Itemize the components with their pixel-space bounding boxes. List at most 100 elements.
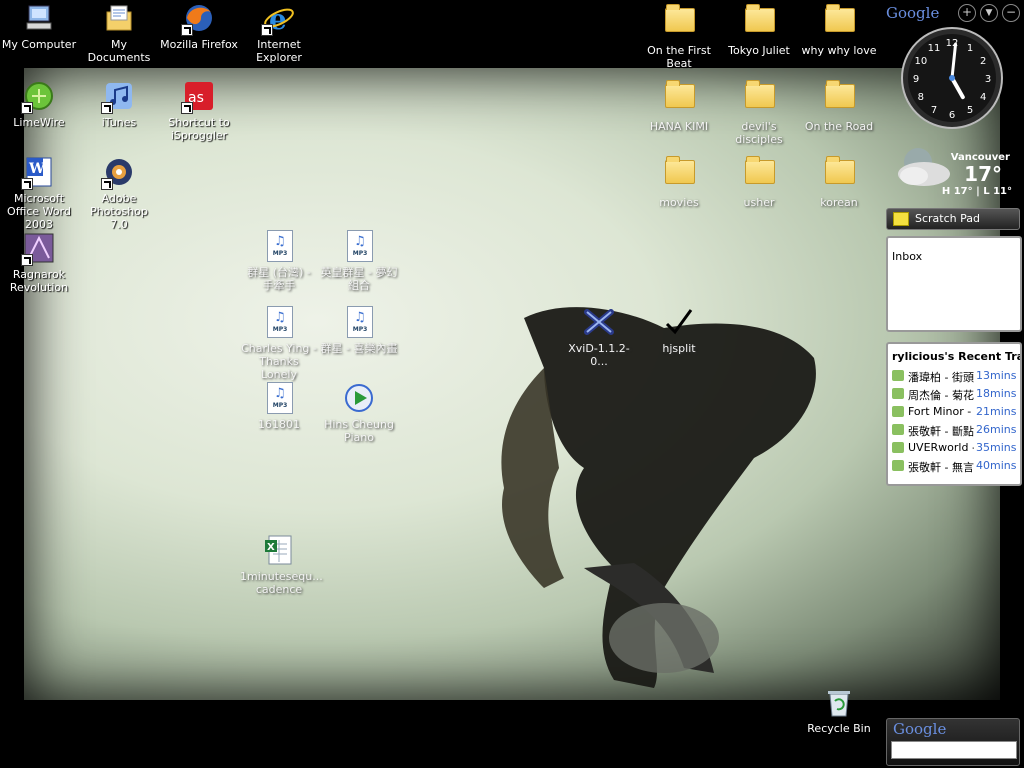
desktop-icon-label: LimeWire bbox=[13, 116, 65, 129]
inbox-label: Inbox bbox=[892, 250, 923, 263]
desktop-icon-itunes[interactable]: iTunes bbox=[80, 80, 158, 129]
mp3-file-icon: ♫ MP3 bbox=[347, 306, 373, 338]
file-label: 群星 - 喜樂內畫 bbox=[320, 342, 398, 355]
mp3-file-icon: ♫ MP3 bbox=[267, 306, 293, 338]
track-time[interactable]: 13mins bbox=[976, 369, 1016, 382]
desktop-icon-isproggler[interactable]: as Shortcut to iSproggler bbox=[160, 80, 238, 142]
track-time[interactable]: 21mins bbox=[976, 405, 1016, 418]
track-row[interactable]: UVERworld - D35mins bbox=[888, 439, 1020, 457]
folder-icon bbox=[745, 156, 775, 184]
track-artist: 張敬軒 - 無言 bbox=[908, 461, 974, 474]
minimize-icon[interactable]: − bbox=[1002, 4, 1020, 22]
desktop-icon-limewire[interactable]: LimeWire bbox=[0, 80, 78, 129]
desktop-icon-word[interactable]: W Microsoft Office Word 2003 bbox=[0, 156, 78, 231]
desktop-icon-photoshop[interactable]: Adobe Photoshop 7.0 bbox=[80, 156, 158, 231]
track-row[interactable]: 張敬軒 - 無言 40mins bbox=[888, 457, 1020, 475]
desktop-file-mp3[interactable]: ♫ MP3 群星 - 喜樂內畫 bbox=[320, 306, 398, 355]
add-gadget-icon[interactable]: + bbox=[958, 4, 976, 22]
desktop-file-mp3[interactable]: ♫ MP3 群星 (台灣) - 手牽手 bbox=[240, 230, 318, 292]
desktop-icon-my-computer[interactable]: My Computer bbox=[0, 2, 78, 51]
desktop-file-excel[interactable]: X 1minutesequ... cadence bbox=[240, 534, 323, 596]
desktop-folder[interactable]: On the Road bbox=[800, 78, 878, 133]
desktop-folder[interactable]: Tokyo Juliet bbox=[720, 2, 798, 57]
track-row[interactable]: Fort Minor - B21mins bbox=[888, 403, 1020, 421]
music-note-icon bbox=[892, 406, 904, 417]
shortcut-arrow-icon bbox=[101, 102, 113, 114]
google-search-input[interactable] bbox=[891, 741, 1017, 759]
chevron-down-icon[interactable]: ▼ bbox=[980, 4, 998, 22]
track-artist: UVERworld - D bbox=[908, 441, 974, 454]
folder-label: movies bbox=[659, 196, 699, 209]
track-time[interactable]: 26mins bbox=[976, 423, 1016, 436]
desktop-file-media[interactable]: Hins Cheung Piano bbox=[320, 382, 398, 444]
desktop-folder[interactable]: On the First Beat bbox=[640, 2, 718, 70]
file-label: 1minutesequ... cadence bbox=[240, 570, 323, 596]
desktop-file-mp3[interactable]: ♫ MP3 161801 bbox=[240, 382, 318, 431]
weather-range: H 17° | L 11° bbox=[941, 186, 1012, 197]
clock-number: 4 bbox=[980, 92, 986, 103]
clock-number: 8 bbox=[918, 92, 924, 103]
clock-number: 1 bbox=[967, 43, 973, 54]
track-row[interactable]: 張敬軒 - 斷點 26mins bbox=[888, 421, 1020, 439]
desktop-folder[interactable]: movies bbox=[640, 154, 718, 209]
clock-gadget[interactable]: 12 1 2 3 4 5 6 7 8 9 10 11 bbox=[900, 26, 1004, 130]
desktop-icon-ragnarok[interactable]: Ragnarok Revolution bbox=[0, 232, 78, 294]
clock-number: 9 bbox=[913, 74, 919, 85]
music-note-icon bbox=[892, 460, 904, 471]
desktop-icon-label: My Computer bbox=[1, 38, 77, 51]
firefox-icon bbox=[181, 2, 215, 36]
desktop-file-hjsplit[interactable]: hjsplit bbox=[640, 306, 718, 355]
file-label: 群星 (台灣) - 手牽手 bbox=[247, 266, 311, 292]
desktop-folder[interactable]: usher bbox=[720, 154, 798, 209]
shortcut-arrow-icon bbox=[181, 102, 193, 114]
folder-label: devil's disciples bbox=[735, 120, 783, 146]
analog-clock: 12 1234567891011 bbox=[901, 27, 1003, 129]
desktop-icon-label: Shortcut to iSproggler bbox=[168, 116, 230, 142]
ragnarok-icon bbox=[21, 232, 55, 266]
music-note-icon bbox=[892, 424, 904, 435]
word-icon: W bbox=[21, 156, 55, 190]
track-row[interactable]: 周杰倫 - 菊花 18mins bbox=[888, 385, 1020, 403]
folder-icon bbox=[825, 4, 855, 32]
sidebar-header: Google + ▼ − bbox=[886, 2, 1020, 24]
xvid-icon bbox=[583, 306, 615, 338]
desktop-icon-firefox[interactable]: Mozilla Firefox bbox=[160, 2, 238, 51]
desktop-folder[interactable]: devil's disciples bbox=[720, 78, 798, 146]
desktop-icon-recycle-bin[interactable]: Recycle Bin bbox=[800, 686, 878, 735]
inbox-gadget[interactable]: Inbox bbox=[886, 236, 1022, 332]
desktop-icon-my-documents[interactable]: My Documents bbox=[80, 2, 158, 64]
desktop-folder[interactable]: HANA KIMI bbox=[640, 78, 718, 133]
weather-gadget[interactable]: Vancouver 17° H 17° | L 11° bbox=[892, 140, 1016, 200]
track-artist: 周杰倫 - 菊花 bbox=[908, 389, 974, 402]
track-time[interactable]: 18mins bbox=[976, 387, 1016, 400]
desktop-icon-label: iTunes bbox=[101, 116, 137, 129]
desktop-folder[interactable]: why why love bbox=[800, 2, 878, 57]
folder-label: Tokyo Juliet bbox=[728, 44, 790, 57]
track-time[interactable]: 40mins bbox=[976, 459, 1016, 472]
track-time[interactable]: 35mins bbox=[976, 441, 1016, 454]
desktop-icon-label: Mozilla Firefox bbox=[160, 38, 238, 51]
desktop-file-mp3[interactable]: ♫ MP3 英皇群星 - 夢幻組合 bbox=[320, 230, 398, 292]
desktop-icon-internet-explorer[interactable]: e Internet Explorer bbox=[240, 2, 318, 64]
desktop-file-mp3[interactable]: ♫ MP3 Charles Ying - Thanks Lonely bbox=[240, 306, 318, 381]
recent-tracks-gadget[interactable]: rylicious's Recent Tra 潘瑋柏 - 街頭 13mins 周杰倫… bbox=[886, 342, 1022, 486]
media-player-icon bbox=[343, 382, 375, 414]
folder-label: On the Road bbox=[804, 120, 874, 133]
clock-number: 2 bbox=[980, 56, 986, 67]
desktop-folder[interactable]: korean bbox=[800, 154, 878, 209]
music-note-icon bbox=[892, 442, 904, 453]
shortcut-arrow-icon bbox=[21, 178, 33, 190]
folder-icon bbox=[665, 80, 695, 108]
clock-number: 7 bbox=[931, 105, 937, 116]
mp3-file-icon: ♫ MP3 bbox=[267, 382, 293, 414]
scratch-pad-header[interactable]: Scratch Pad bbox=[886, 208, 1020, 230]
folder-label: usher bbox=[743, 196, 775, 209]
file-label: Hins Cheung Piano bbox=[324, 418, 394, 444]
folder-icon bbox=[825, 156, 855, 184]
recent-tracks-title: rylicious's Recent Tra bbox=[892, 350, 1020, 363]
desktop-file-xvid[interactable]: XviD-1.1.2-0... bbox=[560, 306, 638, 368]
photoshop-icon bbox=[101, 156, 135, 190]
track-row[interactable]: 潘瑋柏 - 街頭 13mins bbox=[888, 367, 1020, 385]
itunes-icon bbox=[101, 80, 135, 114]
clock-number: 10 bbox=[914, 56, 927, 67]
